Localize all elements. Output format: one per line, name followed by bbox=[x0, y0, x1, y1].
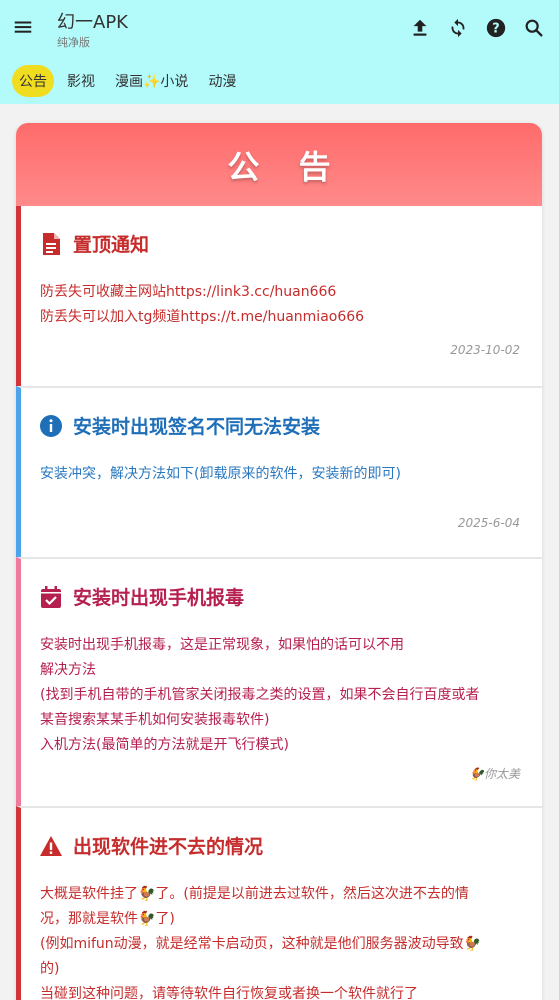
notice-card[interactable]: 置顶通知 防丢失可收藏主网站https://link3.cc/huan666 防… bbox=[16, 206, 542, 386]
refresh-icon[interactable] bbox=[439, 12, 477, 44]
notice-body: 防丢失可收藏主网站https://link3.cc/huan666 防丢失可以加… bbox=[40, 280, 525, 330]
notice-date: 2023-10-02 bbox=[450, 343, 520, 357]
notice-body: 大概是软件挂了🐓了。(前提是以前进去过软件，然后这次进不去的情 况，那就是软件🐓… bbox=[40, 882, 525, 1000]
search-icon[interactable] bbox=[515, 12, 553, 44]
announcement-board: 公 告 置顶通知 防丢失可收藏主网站https://link3.cc/huan6… bbox=[16, 123, 542, 1000]
notice-line: 安装时出现手机报毒，这是正常现象，如果怕的话可以不用 bbox=[40, 637, 404, 653]
help-icon[interactable]: ? bbox=[477, 12, 515, 44]
notice-line: 防丢失可以加入tg频道https://t.me/huanmiao666 bbox=[40, 309, 365, 325]
notice-title-row: 出现软件进不去的情况 bbox=[39, 832, 263, 859]
app-title: 幻一APK bbox=[57, 12, 128, 33]
notice-line: 解决方法 bbox=[40, 662, 96, 678]
tab-comic-novel[interactable]: 漫画✨小说 bbox=[108, 65, 195, 97]
notice-line: 的) bbox=[40, 961, 60, 977]
notice-line: (找到手机自带的手机管家关闭报毒之类的设置，如果不会自行百度或者 bbox=[40, 687, 480, 703]
board-header: 公 告 bbox=[16, 123, 542, 206]
calendar-check-icon bbox=[39, 585, 63, 609]
notice-card[interactable]: 安装时出现手机报毒 安装时出现手机报毒，这是正常现象，如果怕的话可以不用 解决方… bbox=[16, 557, 542, 806]
notice-title: 安装时出现手机报毒 bbox=[73, 587, 245, 609]
tab-film[interactable]: 影视 bbox=[60, 65, 102, 97]
notice-line: 大概是软件挂了🐓了。(前提是以前进去过软件，然后这次进不去的情 bbox=[40, 886, 469, 902]
notice-title: 安装时出现签名不同无法安装 bbox=[73, 416, 321, 438]
category-tabs: 公告 影视 漫画✨小说 动漫 bbox=[12, 65, 249, 97]
app-bar: 幻一APK 纯净版 ? 公告 影视 漫画✨小说 动漫 bbox=[0, 0, 559, 104]
notice-date: 2025-6-04 bbox=[457, 516, 520, 530]
notice-line: 入机方法(最简单的方法就是开飞行模式) bbox=[40, 737, 289, 753]
notice-line: 某音搜索某某手机如何安装报毒软件) bbox=[40, 712, 270, 728]
document-icon bbox=[39, 232, 63, 256]
board-title: 公 告 bbox=[227, 147, 345, 186]
app-subtitle: 纯净版 bbox=[57, 36, 90, 49]
svg-text:?: ? bbox=[492, 22, 499, 37]
notice-line: 况，那就是软件🐓了) bbox=[40, 911, 175, 927]
upload-icon[interactable] bbox=[401, 12, 439, 44]
tab-announcement[interactable]: 公告 bbox=[12, 65, 54, 97]
notice-line: 防丢失可收藏主网站https://link3.cc/huan666 bbox=[40, 284, 337, 300]
toolbar-actions: ? bbox=[401, 12, 553, 44]
warning-icon bbox=[39, 834, 63, 858]
tab-anime[interactable]: 动漫 bbox=[201, 65, 243, 97]
notice-title-row: 置顶通知 bbox=[39, 230, 149, 257]
notice-body: 安装冲突，解决方法如下(卸载原来的软件，安装新的即可) bbox=[40, 462, 525, 487]
info-icon bbox=[39, 414, 63, 438]
notice-line: 当碰到这种问题，请等待软件自行恢复或者换一个软件就行了 bbox=[40, 986, 418, 1000]
notice-date: 🐓你太美 bbox=[469, 767, 520, 781]
notice-card[interactable]: 安装时出现签名不同无法安装 安装冲突，解决方法如下(卸载原来的软件，安装新的即可… bbox=[16, 386, 542, 557]
notice-title: 出现软件进不去的情况 bbox=[73, 836, 264, 858]
notice-title: 置顶通知 bbox=[73, 234, 150, 256]
notice-title-row: 安装时出现手机报毒 bbox=[39, 583, 244, 610]
notice-card[interactable]: 出现软件进不去的情况 大概是软件挂了🐓了。(前提是以前进去过软件，然后这次进不去… bbox=[16, 806, 542, 1000]
notice-title-row: 安装时出现签名不同无法安装 bbox=[39, 412, 320, 439]
notice-body: 安装时出现手机报毒，这是正常现象，如果怕的话可以不用 解决方法 (找到手机自带的… bbox=[40, 633, 525, 758]
notice-line: (例如mifun动漫，就是经常卡启动页，这种就是他们服务器波动导致🐓 bbox=[40, 936, 482, 952]
menu-icon[interactable] bbox=[8, 12, 38, 42]
notice-line: 安装冲突，解决方法如下(卸载原来的软件，安装新的即可) bbox=[40, 466, 401, 482]
